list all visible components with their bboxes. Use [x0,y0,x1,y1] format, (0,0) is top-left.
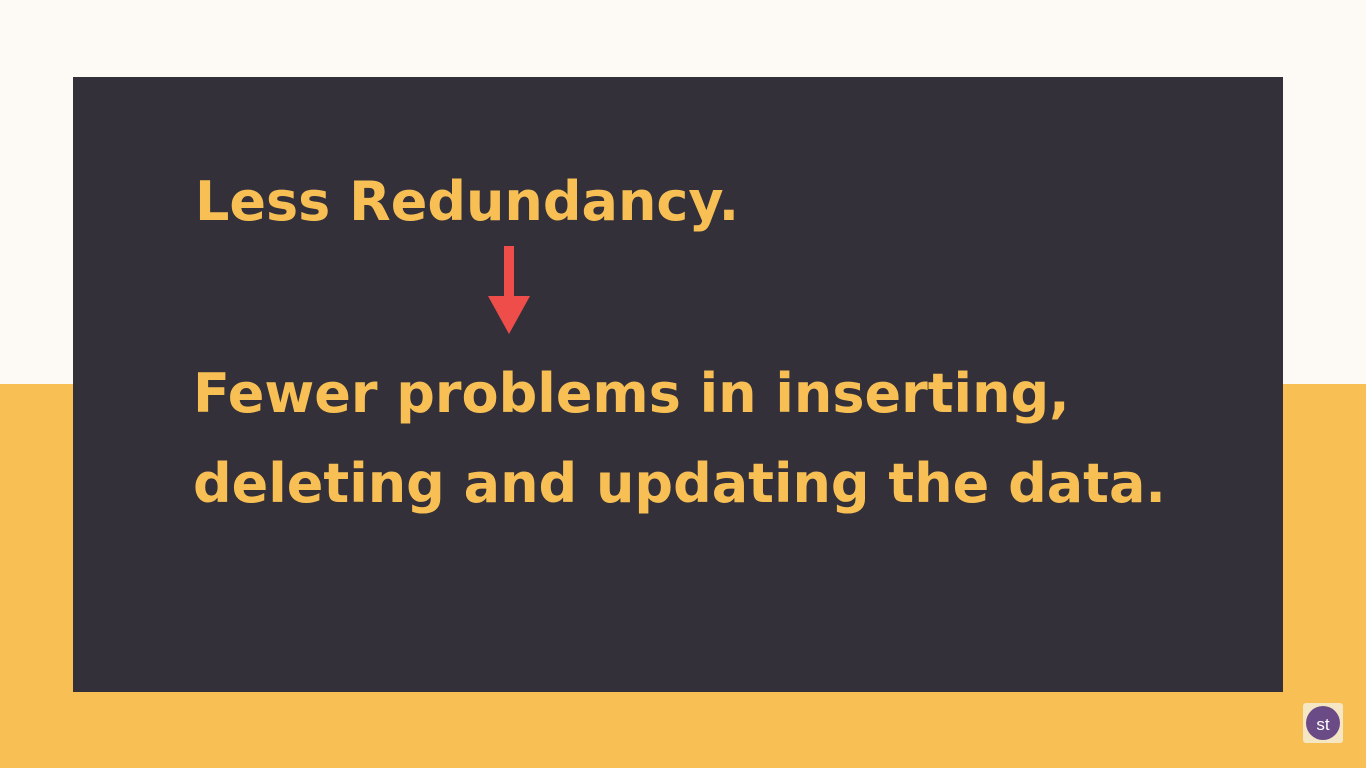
channel-logo[interactable]: st [1303,703,1343,743]
down-arrow-icon [488,246,530,334]
logo-text: st [1306,706,1340,740]
slide-headline: Less Redundancy. [195,170,740,233]
slide-body-text: Fewer problems in inserting, deleting an… [193,362,1166,515]
